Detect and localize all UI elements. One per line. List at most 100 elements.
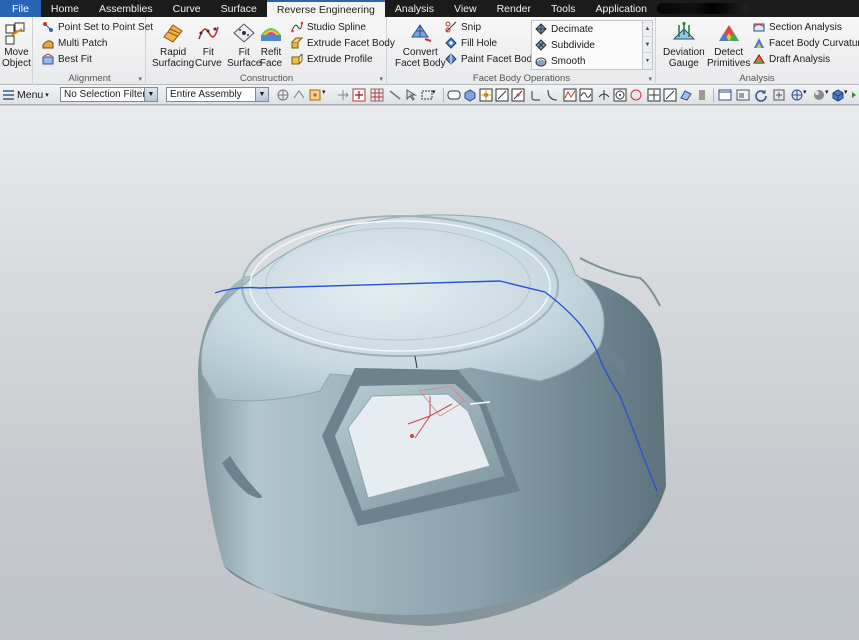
paint-facet-body-button[interactable]: Paint Facet Body [445, 52, 537, 66]
point-set-to-point-set-button[interactable]: Point Set to Point Set [42, 20, 153, 34]
alignment-launcher-icon[interactable]: ▾ [138, 75, 142, 83]
smooth-icon [535, 57, 547, 67]
facet-body-curvature-button[interactable]: Facet Body Curvature [753, 36, 859, 50]
redacted-scribble [656, 3, 749, 14]
snap-midpoint-icon[interactable] [511, 88, 525, 102]
selection-filter-dropdown[interactable]: No Selection Filter ▼ [60, 87, 158, 102]
extrude-facet-body-icon [291, 37, 303, 49]
snap-wave-icon[interactable] [579, 88, 593, 102]
fit-surface-icon [233, 23, 255, 43]
fit-surface-button[interactable]: Fit Surface [227, 21, 261, 69]
decimate-button[interactable]: Decimate [535, 22, 593, 36]
best-fit-button[interactable]: Best Fit [42, 52, 92, 66]
snap-circle-icon[interactable] [629, 88, 643, 102]
select-mode-dropdown-icon[interactable]: ▾ [432, 88, 440, 102]
snap-endpoint-icon[interactable] [447, 88, 461, 102]
selection-toolbar: Menu ▾ No Selection Filter ▼ Entire Asse… [0, 85, 859, 105]
snap-bar-icon[interactable] [695, 88, 709, 102]
multi-patch-icon [42, 40, 54, 49]
convert-facet-body-button[interactable]: Convert Facet Body [395, 21, 446, 69]
tab-assemblies[interactable]: Assemblies [89, 0, 163, 17]
point-set-icon [43, 22, 53, 32]
extrude-profile-button[interactable]: Extrude Profile [291, 52, 373, 66]
gallery-scrollbar[interactable]: ▲ ▼ ▾ [642, 21, 652, 69]
show-hide-icon[interactable] [292, 88, 306, 102]
refresh-view-icon[interactable] [754, 88, 768, 102]
section-analysis-icon [753, 23, 765, 32]
subdivide-button[interactable]: Subdivide [535, 38, 595, 52]
toolbar-overflow-icon[interactable] [851, 88, 859, 102]
graphics-viewport[interactable] [0, 106, 859, 640]
snap-quadrant-icon[interactable] [597, 88, 611, 102]
grid-icon[interactable] [370, 88, 384, 102]
tab-surface[interactable]: Surface [211, 0, 267, 17]
studio-spline-button[interactable]: Studio Spline [291, 20, 366, 34]
snap-surface-icon[interactable] [679, 88, 693, 102]
convert-facet-body-icon [411, 24, 432, 42]
tab-file[interactable]: File [0, 0, 41, 17]
group-label-construction: Construction [239, 73, 294, 84]
snap-spline-icon[interactable] [563, 88, 577, 102]
snap-body-icon[interactable] [463, 88, 477, 102]
move-object-button[interactable]: Move Object [2, 21, 31, 69]
snap-center-icon[interactable] [613, 88, 627, 102]
section-analysis-button[interactable]: Section Analysis [753, 20, 842, 34]
snap-settings-icon[interactable] [276, 88, 290, 102]
smooth-button[interactable]: Smooth [535, 54, 585, 68]
tab-reverse-engineering[interactable]: Reverse Engineering [266, 0, 385, 17]
move-handle-icon[interactable] [336, 88, 350, 102]
draft-analysis-button[interactable]: Draft Analysis [753, 52, 830, 66]
construction-launcher-icon[interactable]: ▾ [379, 75, 383, 83]
detect-primitives-button[interactable]: Detect Primitives [707, 21, 750, 69]
orient-view-icon[interactable] [790, 88, 804, 102]
gallery-scroll-up-icon[interactable]: ▲ [643, 21, 652, 37]
extrude-facet-body-button[interactable]: Extrude Facet Body [291, 36, 395, 50]
snap-intersection-icon[interactable] [647, 88, 661, 102]
group-label-analysis: Analysis [739, 73, 775, 84]
orient-view-dropdown-icon[interactable]: ▾ [803, 88, 811, 102]
display-shaded-icon[interactable] [831, 88, 845, 102]
ribbon: Move Object Point Set to Point Set Multi… [0, 17, 859, 85]
fit-view-icon[interactable] [772, 88, 786, 102]
fill-hole-button[interactable]: Fill Hole [445, 36, 497, 50]
view-window-icon[interactable] [736, 88, 750, 102]
snip-button[interactable]: Snip [445, 20, 481, 34]
fit-curve-button[interactable]: Fit Curve [195, 21, 222, 69]
cursor-select-icon[interactable] [404, 88, 418, 102]
best-fit-icon [42, 53, 54, 65]
tab-render[interactable]: Render [487, 0, 541, 17]
tab-view[interactable]: View [444, 0, 487, 17]
refit-face-button[interactable]: Refit Face [259, 21, 283, 69]
tab-application[interactable]: Application [586, 0, 657, 17]
rendering-style-icon[interactable] [812, 88, 826, 102]
rapid-surfacing-button[interactable]: Rapid Surfacing [152, 21, 194, 69]
snap-angle-icon[interactable] [663, 88, 677, 102]
direction-icon[interactable] [388, 88, 402, 102]
tab-analysis[interactable]: Analysis [385, 0, 444, 17]
tab-home[interactable]: Home [41, 0, 89, 17]
snap-tangent-icon[interactable] [545, 88, 559, 102]
menu-icon [3, 89, 14, 100]
tab-curve[interactable]: Curve [163, 0, 211, 17]
menu-button[interactable]: Menu ▾ [3, 87, 49, 102]
menu-dropdown-icon: ▾ [45, 91, 49, 99]
deviation-gauge-button[interactable]: Deviation Gauge [663, 21, 705, 69]
decimate-icon [535, 23, 547, 35]
plus-point-icon[interactable] [352, 88, 366, 102]
group-construction: Rapid Surfacing Fit Curve Fit Surface Re… [147, 17, 395, 85]
rapid-surfacing-icon [163, 24, 183, 43]
assembly-scope-dropdown[interactable]: Entire Assembly ▼ [166, 87, 269, 102]
select-feature-icon[interactable] [308, 88, 322, 102]
snap-vertex-icon[interactable] [479, 88, 493, 102]
view-frame-icon[interactable] [718, 88, 732, 102]
snap-line-icon[interactable] [495, 88, 509, 102]
snap-curve-icon[interactable] [529, 88, 543, 102]
draft-analysis-icon [753, 54, 765, 64]
select-feature-dropdown-icon[interactable]: ▾ [322, 88, 330, 102]
tab-tools[interactable]: Tools [541, 0, 586, 17]
gallery-expand-icon[interactable]: ▾ [643, 53, 652, 69]
studio-spline-icon [291, 21, 303, 33]
facet-body-operations-launcher-icon[interactable]: ▾ [648, 75, 652, 83]
multi-patch-button[interactable]: Multi Patch [42, 36, 107, 50]
gallery-scroll-down-icon[interactable]: ▼ [643, 37, 652, 53]
